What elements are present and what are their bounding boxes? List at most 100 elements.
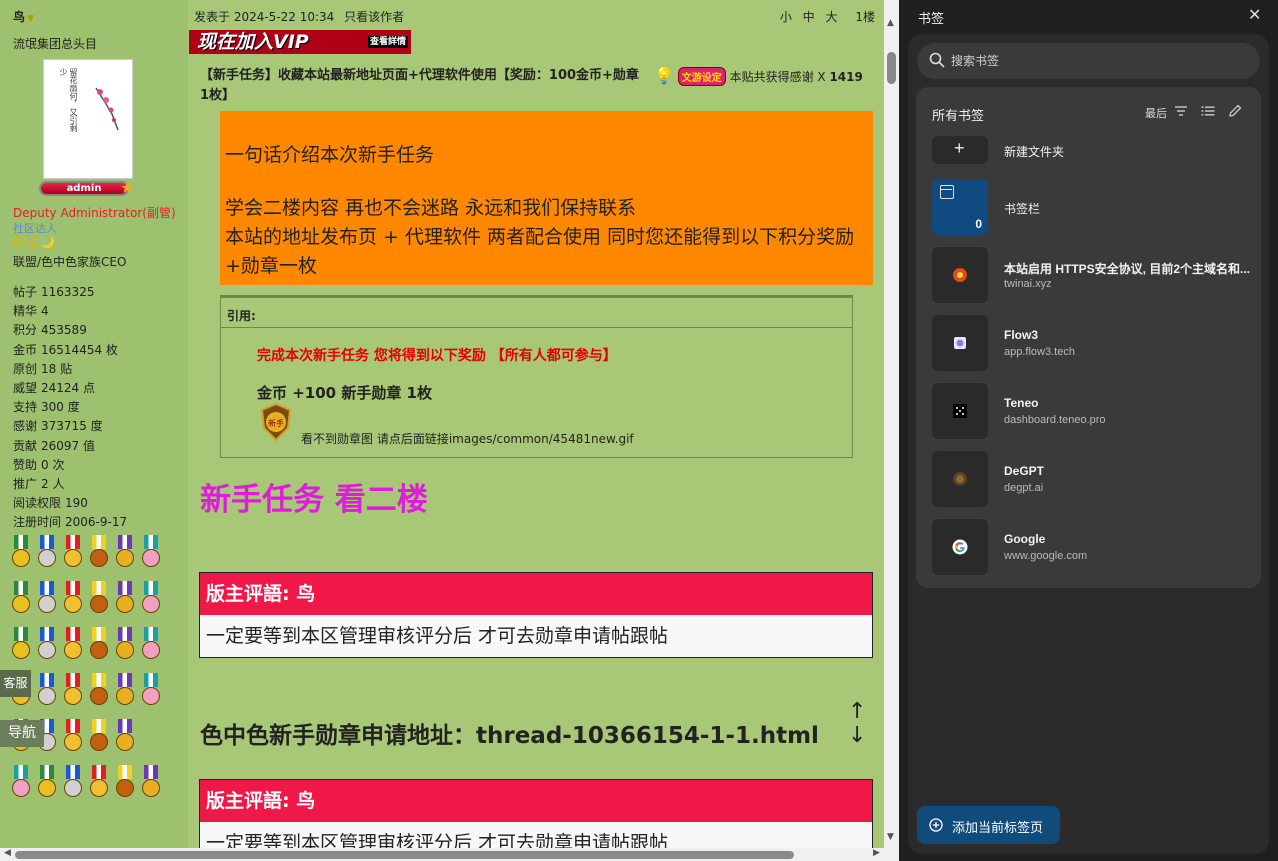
add-current-tab-label: 添加当前标签页	[952, 820, 1044, 835]
medal-icon[interactable]	[114, 765, 136, 803]
medal-icon[interactable]	[62, 765, 84, 803]
bookmark-thumb	[932, 383, 988, 439]
medal-icon[interactable]	[10, 765, 32, 803]
medal-icon[interactable]	[10, 581, 32, 619]
medal-apply-address[interactable]: 色中色新手勋章申请地址：thread-10366154-1-1.html	[200, 716, 819, 750]
edit-pencil-icon[interactable]	[1228, 104, 1242, 118]
medal-icon[interactable]	[140, 673, 162, 711]
horizontal-scrollbar[interactable]: ◀ ▶	[0, 848, 899, 861]
medal-icon[interactable]	[62, 535, 84, 573]
scrollbar-thumb[interactable]	[15, 851, 794, 859]
sort-icon[interactable]	[1174, 105, 1188, 117]
vip-banner[interactable]: 现在加入VIP 查看詳情	[189, 30, 411, 54]
panel-title: 书签	[918, 11, 945, 26]
chevron-down-icon[interactable]: ▼	[27, 14, 34, 24]
google-favicon-icon	[952, 539, 968, 555]
thread-title: 【新手任务】收藏本站最新地址页面+代理软件使用【奖励：100金币+勋章1枚】	[200, 68, 639, 103]
plum-blossom-icon	[95, 87, 119, 131]
medal-icon[interactable]	[36, 673, 58, 711]
vip-more-link[interactable]: 查看詳情	[367, 36, 408, 48]
medal-icon[interactable]	[114, 627, 136, 665]
post-time: 发表于 2024-5-22 10:34	[194, 10, 335, 24]
bookmark-title: Teneo	[1004, 396, 1039, 410]
thanks-text: 本贴共获得感谢 X	[729, 70, 826, 84]
all-bookmarks-title: 所有书签	[932, 108, 985, 123]
medal-icon[interactable]	[140, 627, 162, 665]
intro-line: 一句话介绍本次新手任务	[225, 144, 435, 166]
medal-icon[interactable]	[36, 581, 58, 619]
scroll-right-icon[interactable]: ▶	[873, 848, 880, 858]
twinai-favicon-icon	[953, 268, 967, 282]
medal-icon[interactable]	[62, 673, 84, 711]
stat-row: 注册时间 2006-9-17	[13, 515, 128, 530]
medal-icon[interactable]	[62, 719, 84, 757]
stat-row: 赞助 0 次	[13, 457, 65, 472]
stat-row: 威望 24124 点	[13, 381, 96, 396]
bookmark-url: twinai.xyz	[1004, 278, 1052, 290]
stat-row: 金币 16514454 枚	[13, 342, 118, 357]
list-view-icon[interactable]	[1201, 105, 1215, 117]
medal-icon[interactable]	[88, 535, 110, 573]
medal-icon[interactable]	[88, 719, 110, 757]
avatar[interactable]: 留花扇何，又引剩少	[43, 59, 133, 179]
medal-icon[interactable]	[140, 765, 162, 803]
scroll-up-icon[interactable]: ▲	[887, 18, 894, 28]
medal-icon[interactable]	[140, 581, 162, 619]
medal-icon[interactable]	[114, 719, 136, 757]
medal-collection	[10, 535, 178, 811]
only-author-link[interactable]: 只看该作者	[344, 10, 404, 24]
search-input[interactable]	[951, 51, 1241, 71]
floor-number[interactable]: 1楼	[855, 10, 875, 24]
medal-icon[interactable]	[62, 581, 84, 619]
missing-medal-note[interactable]: 看不到勋章图 请点后面链接images/common/45481new.gif	[301, 430, 634, 447]
add-current-tab-button[interactable]: 添加当前标签页	[917, 806, 1060, 844]
medal-icon[interactable]	[36, 765, 58, 803]
bookmark-item[interactable]: Flow3 app.flow3.tech	[932, 315, 1252, 371]
medal-icon[interactable]	[10, 535, 32, 573]
browser-window: 鸟 ▼ 流氓集团总头目 留花扇何，又引剩少 admin ★ Deputy Admi…	[0, 0, 1278, 861]
bookmarks-bar-folder[interactable]: 0 书签栏	[932, 179, 1252, 235]
scrollbar-thumb[interactable]	[887, 52, 896, 84]
medal-icon[interactable]	[88, 581, 110, 619]
medal-icon[interactable]	[36, 535, 58, 573]
stat-row: 推广 2 人	[13, 477, 65, 492]
bookmark-title: Google	[1004, 532, 1046, 546]
medal-icon[interactable]	[114, 673, 136, 711]
sort-button[interactable]: 最后	[1145, 105, 1167, 121]
username[interactable]: 鸟 ▼	[13, 8, 188, 25]
bookmark-item[interactable]: DeGPT degpt.ai	[932, 451, 1252, 507]
search-icon	[929, 52, 945, 68]
stat-row: 帖子 1163325	[13, 285, 95, 299]
search-box[interactable]	[917, 43, 1260, 79]
font-small-link[interactable]: 小	[780, 10, 792, 24]
moderator-comment-body: 一定要等到本区管理审核评分后 才可去勋章申请帖跟帖	[200, 822, 872, 848]
bookmark-item[interactable]: 本站启用 HTTPS安全协议, 目前2个主域名和... twinai.xyz	[932, 247, 1252, 303]
medal-row	[10, 535, 178, 573]
close-icon[interactable]: ✕	[1248, 5, 1261, 25]
post-column: 发表于 2024-5-22 10:34 只看该作者 小 中 大 1楼 现在加入V…	[188, 0, 884, 848]
medal-icon[interactable]	[88, 673, 110, 711]
vertical-scrollbar[interactable]: ▲ ▼	[884, 0, 899, 848]
medal-icon[interactable]	[10, 627, 32, 665]
medal-icon[interactable]	[88, 627, 110, 665]
font-large-link[interactable]: 大	[826, 10, 838, 24]
medal-icon[interactable]	[114, 535, 136, 573]
navigation-button[interactable]: 导航	[0, 720, 44, 747]
medal-icon[interactable]	[62, 627, 84, 665]
new-folder-button[interactable]: + 新建文件夹	[932, 136, 1252, 164]
bookmark-item[interactable]: Teneo dashboard.teneo.pro	[932, 383, 1252, 439]
medal-icon[interactable]	[88, 765, 110, 803]
new-folder-thumb: +	[932, 136, 988, 164]
medal-icon[interactable]	[140, 535, 162, 573]
customer-service-button[interactable]: 客服	[0, 670, 31, 697]
scroll-down-icon[interactable]: ▼	[887, 832, 894, 842]
thanks-count: 1419	[829, 70, 863, 84]
font-medium-link[interactable]: 中	[803, 10, 815, 24]
medal-icon[interactable]	[114, 581, 136, 619]
bookmark-item[interactable]: Google www.google.com	[932, 519, 1252, 575]
medal-icon[interactable]	[36, 627, 58, 665]
moderator-comment: 版主评語: 鸟 一定要等到本区管理审核评分后 才可去勋章申请帖跟帖	[199, 779, 873, 848]
scroll-left-icon[interactable]: ◀	[4, 848, 11, 858]
intro-line: 学会二楼内容 再也不会迷路 永远和我们保持联系	[225, 197, 637, 219]
plus-icon: +	[954, 138, 965, 158]
